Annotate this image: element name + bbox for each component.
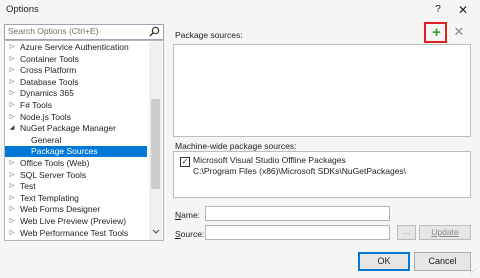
expand-arrow-icon[interactable]: ▷: [8, 193, 16, 204]
tree-item-package-sources[interactable]: Package Sources: [5, 146, 147, 158]
ok-button[interactable]: OK: [358, 252, 410, 271]
tree-item-label: Web Live Preview (Preview): [20, 216, 127, 226]
tree-item-label: Database Tools: [20, 76, 79, 87]
source-name: Microsoft Visual Studio Offline Packages: [193, 155, 346, 165]
expand-arrow-icon[interactable]: ▷: [8, 170, 16, 181]
search-icon[interactable]: [147, 25, 161, 39]
close-button[interactable]: ✕: [455, 2, 471, 18]
tree-item-office-tools-web[interactable]: ▷ Office Tools (Web): [5, 158, 147, 169]
tree-item-web-live-preview[interactable]: ▷ Web Live Preview (Preview): [5, 216, 147, 227]
tree-item-label: NuGet Package Manager: [20, 123, 116, 134]
name-field[interactable]: [205, 206, 390, 221]
machine-wide-sources-label: Machine-wide package sources:: [175, 141, 297, 151]
plus-icon: +: [432, 24, 441, 41]
tree-item-cross-platform[interactable]: ▷ Cross Platform: [5, 65, 147, 76]
tree-item-label: Dynamics 365: [20, 88, 74, 99]
tree-item-label: Web Forms Designer: [20, 204, 101, 215]
tree-item-container-tools[interactable]: ▷ Container Tools: [5, 54, 147, 65]
name-label: Name:: [175, 210, 200, 220]
tree-item-label: F# Tools: [20, 100, 52, 110]
browse-button[interactable]: ...: [397, 225, 416, 240]
expand-arrow-icon[interactable]: ▷: [8, 204, 16, 215]
tree-item-label: Node.js Tools: [20, 111, 71, 122]
tree-item-web-performance-test-tools[interactable]: ▷ Web Performance Test Tools: [5, 228, 147, 239]
tree-item-label: Office Tools (Web): [20, 158, 90, 168]
tree-item-label: Container Tools: [20, 53, 79, 64]
expand-arrow-icon[interactable]: ▷: [8, 158, 16, 169]
resize-grip-icon[interactable]: ⋰: [470, 268, 479, 277]
search-placeholder: Search Options (Ctrl+E): [8, 26, 99, 36]
help-button[interactable]: ?: [430, 2, 446, 18]
tree-item-nuget-package-manager[interactable]: ◢ NuGet Package Manager: [5, 123, 147, 134]
machine-wide-sources-list[interactable]: ✓ Microsoft Visual Studio Offline Packag…: [173, 151, 471, 198]
expand-arrow-icon[interactable]: ▷: [8, 65, 16, 76]
source-label-text: ource:: [180, 229, 205, 239]
source-enabled-checkbox[interactable]: ✓: [180, 157, 190, 167]
tree-item-web-forms-designer[interactable]: ▷ Web Forms Designer: [5, 204, 147, 215]
update-label: Update: [431, 227, 459, 237]
expand-arrow-icon[interactable]: ▷: [8, 42, 16, 53]
tree-item-label: General: [31, 134, 62, 145]
tree-item-label: Cross Platform: [20, 65, 77, 76]
tree-item-label: Package Sources: [31, 146, 98, 157]
search-input[interactable]: Search Options (Ctrl+E): [4, 24, 164, 40]
tree-item-azure-service-authentication[interactable]: ▷ Azure Service Authentication: [5, 42, 147, 53]
add-source-button[interactable]: +: [424, 22, 447, 43]
package-sources-list[interactable]: [173, 44, 471, 137]
package-sources-label: Package sources:: [175, 30, 243, 40]
tree-scrollbar[interactable]: [149, 41, 162, 240]
expand-arrow-icon[interactable]: ▷: [8, 77, 16, 88]
options-tree[interactable]: ▷ Azure Service Authentication ▷ Contain…: [4, 40, 164, 241]
collapse-arrow-icon[interactable]: ◢: [8, 123, 16, 134]
tree-item-sql-server-tools[interactable]: ▷ SQL Server Tools: [5, 170, 147, 181]
tree-item-label: SQL Server Tools: [20, 169, 87, 180]
tree-item-nodejs-tools[interactable]: ▷ Node.js Tools: [5, 112, 147, 123]
title-bar: Options ? ✕: [0, 0, 480, 20]
scrollbar-thumb[interactable]: [151, 99, 160, 189]
expand-arrow-icon[interactable]: ▷: [8, 100, 16, 111]
scroll-down-icon[interactable]: [149, 228, 162, 240]
tree-item-dynamics-365[interactable]: ▷ Dynamics 365: [5, 88, 147, 99]
update-button[interactable]: Update: [419, 225, 471, 240]
expand-arrow-icon[interactable]: ▷: [8, 181, 16, 192]
expand-arrow-icon[interactable]: ▷: [8, 54, 16, 65]
tree-item-label: Web Performance Test Tools: [20, 227, 129, 238]
expand-arrow-icon[interactable]: ▷: [8, 216, 16, 227]
source-field[interactable]: [205, 225, 390, 240]
tree-item-text-templating[interactable]: ▷ Text Templating: [5, 193, 147, 204]
expand-arrow-icon[interactable]: ▷: [8, 112, 16, 123]
remove-source-button[interactable]: ✕: [452, 24, 466, 40]
tree-item-fsharp-tools[interactable]: ▷ F# Tools: [5, 100, 147, 111]
expand-arrow-icon[interactable]: ▷: [8, 88, 16, 99]
tree-item-general[interactable]: General: [5, 135, 147, 146]
source-path: C:\Program Files (x86)\Microsoft SDKs\Nu…: [193, 166, 407, 176]
window-title: Options: [6, 4, 39, 15]
source-label: Source:: [175, 229, 204, 239]
tree-item-label: Azure Service Authentication: [20, 42, 129, 52]
tree-item-database-tools[interactable]: ▷ Database Tools: [5, 77, 147, 88]
tree-item-label: Test: [20, 181, 36, 192]
tree-item-test[interactable]: ▷ Test: [5, 181, 147, 192]
expand-arrow-icon[interactable]: ▷: [8, 228, 16, 239]
tree-item-label: Text Templating: [20, 192, 79, 203]
name-label-text: ame:: [181, 210, 201, 220]
cancel-button[interactable]: Cancel: [414, 252, 471, 271]
